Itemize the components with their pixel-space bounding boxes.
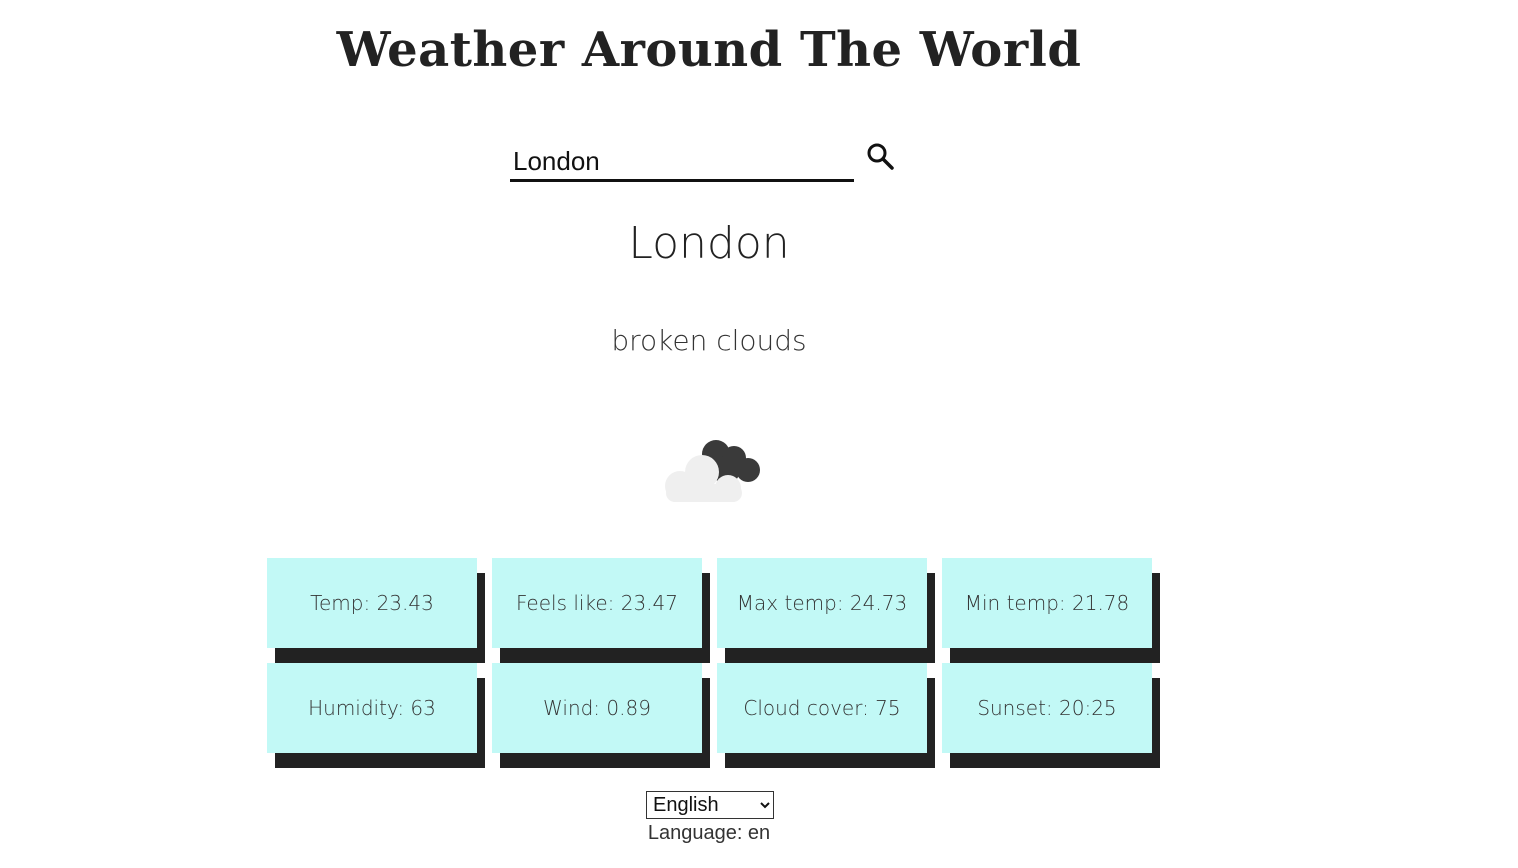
- language-picker: English: [645, 791, 775, 819]
- stat-card-humidity: Humidity: 63: [267, 663, 477, 753]
- stat-card-sunset: Sunset: 20:25: [942, 663, 1152, 753]
- page-title: Weather Around The World: [336, 22, 1082, 78]
- search-input[interactable]: [510, 144, 854, 182]
- language-label: Language: en: [647, 822, 771, 844]
- weather-description: broken clouds: [611, 324, 807, 357]
- stat-card-temp: Temp: 23.43: [267, 558, 477, 648]
- search-button[interactable]: [864, 140, 898, 174]
- broken-clouds-icon: [665, 440, 760, 502]
- stat-card-wind: Wind: 0.89: [492, 663, 702, 753]
- stat-card-max-temp: Max temp: 24.73: [717, 558, 927, 648]
- stat-card-min-temp: Min temp: 21.78: [942, 558, 1152, 648]
- stat-card-feels-like: Feels like: 23.47: [492, 558, 702, 648]
- search-icon: [867, 143, 894, 170]
- search-bar: [510, 140, 900, 186]
- city-name: London: [628, 218, 790, 269]
- language-select[interactable]: English: [646, 791, 774, 819]
- stat-card-cloud-cover: Cloud cover: 75: [717, 663, 927, 753]
- weather-app: Weather Around The World London broken c…: [0, 0, 1518, 868]
